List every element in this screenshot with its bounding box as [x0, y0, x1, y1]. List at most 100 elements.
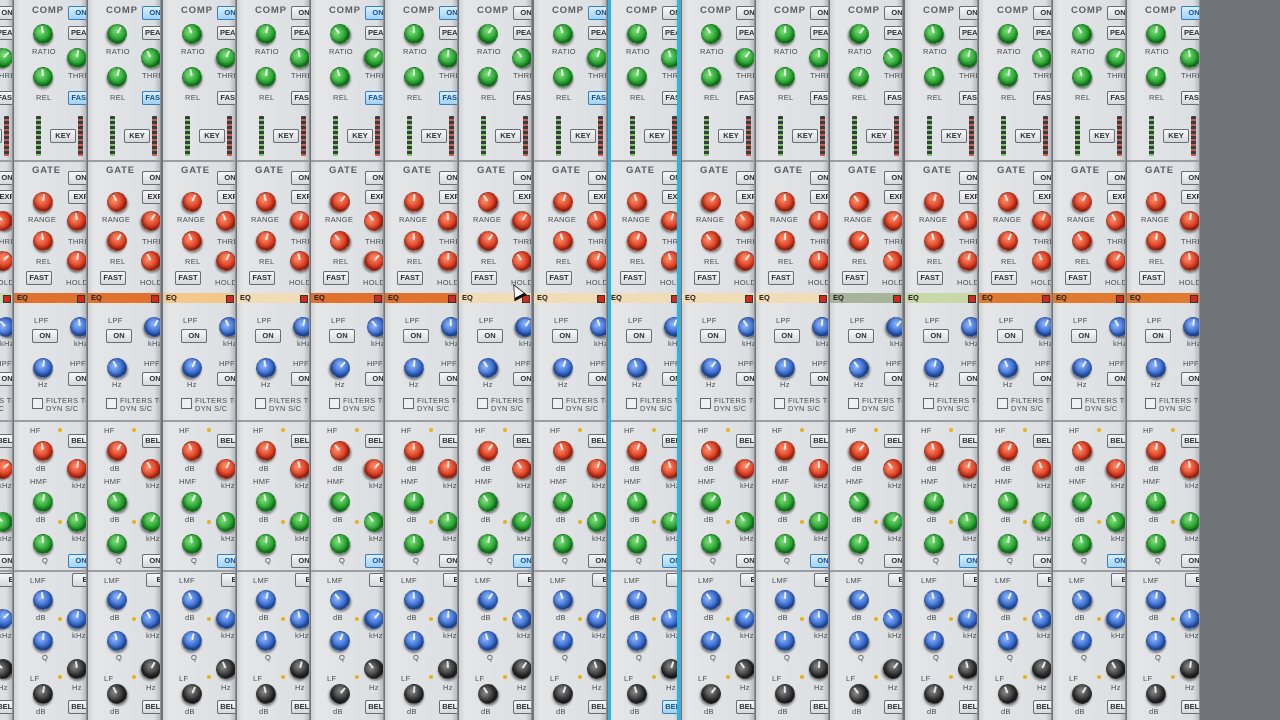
hmf-gain-knob[interactable]: [844, 487, 874, 517]
lmf-q-knob[interactable]: [104, 628, 130, 654]
comp-ratio-knob[interactable]: [403, 23, 425, 45]
hf-gain-knob[interactable]: [325, 436, 355, 466]
hf-bell-button[interactable]: BELL: [0, 434, 12, 448]
gate-release-knob[interactable]: [774, 230, 796, 252]
hpf-on-button[interactable]: ON: [1181, 372, 1199, 386]
lmf-gain-knob[interactable]: [550, 587, 576, 613]
key-listen-button[interactable]: KEY: [1015, 129, 1041, 143]
comp-on-button[interactable]: ON: [959, 6, 977, 20]
lmf-frequency-knob[interactable]: [658, 606, 680, 632]
gate-fast-button[interactable]: FAST: [917, 271, 943, 285]
lmf-frequency-knob[interactable]: [1178, 607, 1199, 631]
gate-on-button[interactable]: ON: [959, 171, 977, 185]
comp-fast-button[interactable]: FAST: [439, 91, 457, 105]
comp-on-button[interactable]: ON: [736, 6, 754, 20]
lmf-gain-knob[interactable]: [325, 585, 355, 615]
hf-frequency-knob[interactable]: [584, 456, 606, 482]
comp-threshold-knob[interactable]: [1102, 44, 1125, 72]
lmf-e-button[interactable]: E: [888, 573, 902, 587]
comp-threshold-knob[interactable]: [508, 44, 531, 72]
comp-threshold-knob[interactable]: [1178, 46, 1199, 70]
comp-release-knob[interactable]: [475, 64, 501, 90]
gate-release-knob[interactable]: [921, 228, 947, 254]
gate-fast-button[interactable]: FAST: [100, 271, 126, 285]
gate-fast-button[interactable]: FAST: [842, 271, 868, 285]
comp-peak-button[interactable]: PEAK: [959, 26, 977, 40]
lmf-e-button[interactable]: E: [814, 573, 828, 587]
lmf-e-button[interactable]: E: [295, 573, 309, 587]
gate-range-knob[interactable]: [325, 187, 355, 217]
hmf-q-knob[interactable]: [1145, 533, 1167, 555]
comp-fast-button[interactable]: FAST: [142, 91, 160, 105]
gate-threshold-knob[interactable]: [288, 209, 309, 233]
lf-bell-button[interactable]: BELL: [142, 700, 160, 714]
filters-to-dyn-sc-checkbox[interactable]: [1071, 398, 1082, 409]
lmf-e-button[interactable]: E: [740, 573, 754, 587]
lmf-gain-knob[interactable]: [1144, 588, 1168, 612]
hmf-gain-knob[interactable]: [325, 487, 355, 517]
hpf-frequency-knob[interactable]: [103, 354, 131, 382]
lmf-gain-knob[interactable]: [254, 588, 278, 612]
comp-peak-button[interactable]: PEAK: [1181, 26, 1199, 40]
gate-on-button[interactable]: ON: [662, 171, 680, 185]
gate-release-knob[interactable]: [624, 228, 650, 254]
lpf-on-button[interactable]: ON: [552, 329, 578, 343]
lf-gain-knob[interactable]: [921, 681, 947, 707]
lmf-q-knob[interactable]: [846, 628, 872, 654]
eq-enable-indicator-icon[interactable]: [448, 295, 456, 303]
lpf-frequency-knob[interactable]: [1031, 313, 1051, 341]
gate-on-button[interactable]: ON: [1033, 171, 1051, 185]
hf-frequency-knob[interactable]: [359, 454, 383, 484]
hmf-frequency-knob[interactable]: [1178, 510, 1199, 534]
hpf-frequency-knob[interactable]: [697, 354, 725, 382]
gate-on-button[interactable]: ON: [736, 171, 754, 185]
hf-frequency-knob[interactable]: [212, 455, 235, 483]
gate-threshold-knob[interactable]: [0, 206, 12, 236]
gate-on-button[interactable]: ON: [513, 171, 531, 185]
hmf-on-button[interactable]: ON: [1033, 554, 1051, 568]
comp-release-knob[interactable]: [922, 65, 946, 89]
gate-hold-knob[interactable]: [0, 246, 12, 276]
lf-bell-button[interactable]: BELL: [1033, 700, 1051, 714]
comp-ratio-knob[interactable]: [325, 19, 355, 49]
comp-release-knob[interactable]: [774, 66, 796, 88]
lf-bell-button[interactable]: BELL: [291, 700, 309, 714]
comp-fast-button[interactable]: FAST: [884, 91, 902, 105]
lmf-e-button[interactable]: E: [0, 573, 12, 587]
lmf-gain-knob[interactable]: [844, 585, 874, 615]
lf-bell-button[interactable]: BELL: [439, 700, 457, 714]
eq-section-header[interactable]: EQ: [830, 293, 902, 303]
hmf-on-button[interactable]: ON: [588, 554, 606, 568]
hmf-frequency-knob[interactable]: [1028, 508, 1051, 536]
gate-threshold-knob[interactable]: [731, 207, 754, 235]
comp-peak-button[interactable]: PEAK: [884, 26, 902, 40]
comp-threshold-knob[interactable]: [808, 47, 828, 69]
lmf-e-button[interactable]: E: [517, 573, 531, 587]
hf-bell-button[interactable]: BELL: [810, 434, 828, 448]
hmf-frequency-knob[interactable]: [731, 508, 754, 536]
comp-threshold-knob[interactable]: [731, 44, 754, 72]
key-listen-button[interactable]: KEY: [495, 129, 521, 143]
hmf-frequency-knob[interactable]: [584, 509, 606, 535]
eq-enable-indicator-icon[interactable]: [77, 295, 85, 303]
hf-gain-knob[interactable]: [844, 436, 874, 466]
key-listen-button[interactable]: KEY: [792, 129, 818, 143]
gate-expander-button[interactable]: EXP: [0, 190, 12, 204]
hpf-frequency-knob[interactable]: [921, 355, 947, 381]
lf-gain-knob[interactable]: [31, 682, 55, 706]
comp-ratio-knob[interactable]: [103, 20, 131, 48]
gate-range-knob[interactable]: [31, 190, 55, 214]
gate-fast-button[interactable]: FAST: [175, 271, 201, 285]
hmf-q-knob[interactable]: [403, 533, 425, 555]
hpf-on-button[interactable]: ON: [588, 372, 606, 386]
lpf-frequency-knob[interactable]: [587, 314, 606, 340]
hmf-frequency-knob[interactable]: [1102, 508, 1125, 536]
comp-peak-button[interactable]: PEAK: [1107, 26, 1125, 40]
hpf-frequency-knob[interactable]: [178, 354, 206, 382]
eq-enable-indicator-icon[interactable]: [1190, 295, 1198, 303]
comp-ratio-knob[interactable]: [774, 23, 796, 45]
gate-fast-button[interactable]: FAST: [546, 271, 572, 285]
comp-peak-button[interactable]: PEAK: [810, 26, 828, 40]
eq-section-header[interactable]: EQ: [311, 293, 383, 303]
hmf-on-button[interactable]: ON: [142, 554, 160, 568]
